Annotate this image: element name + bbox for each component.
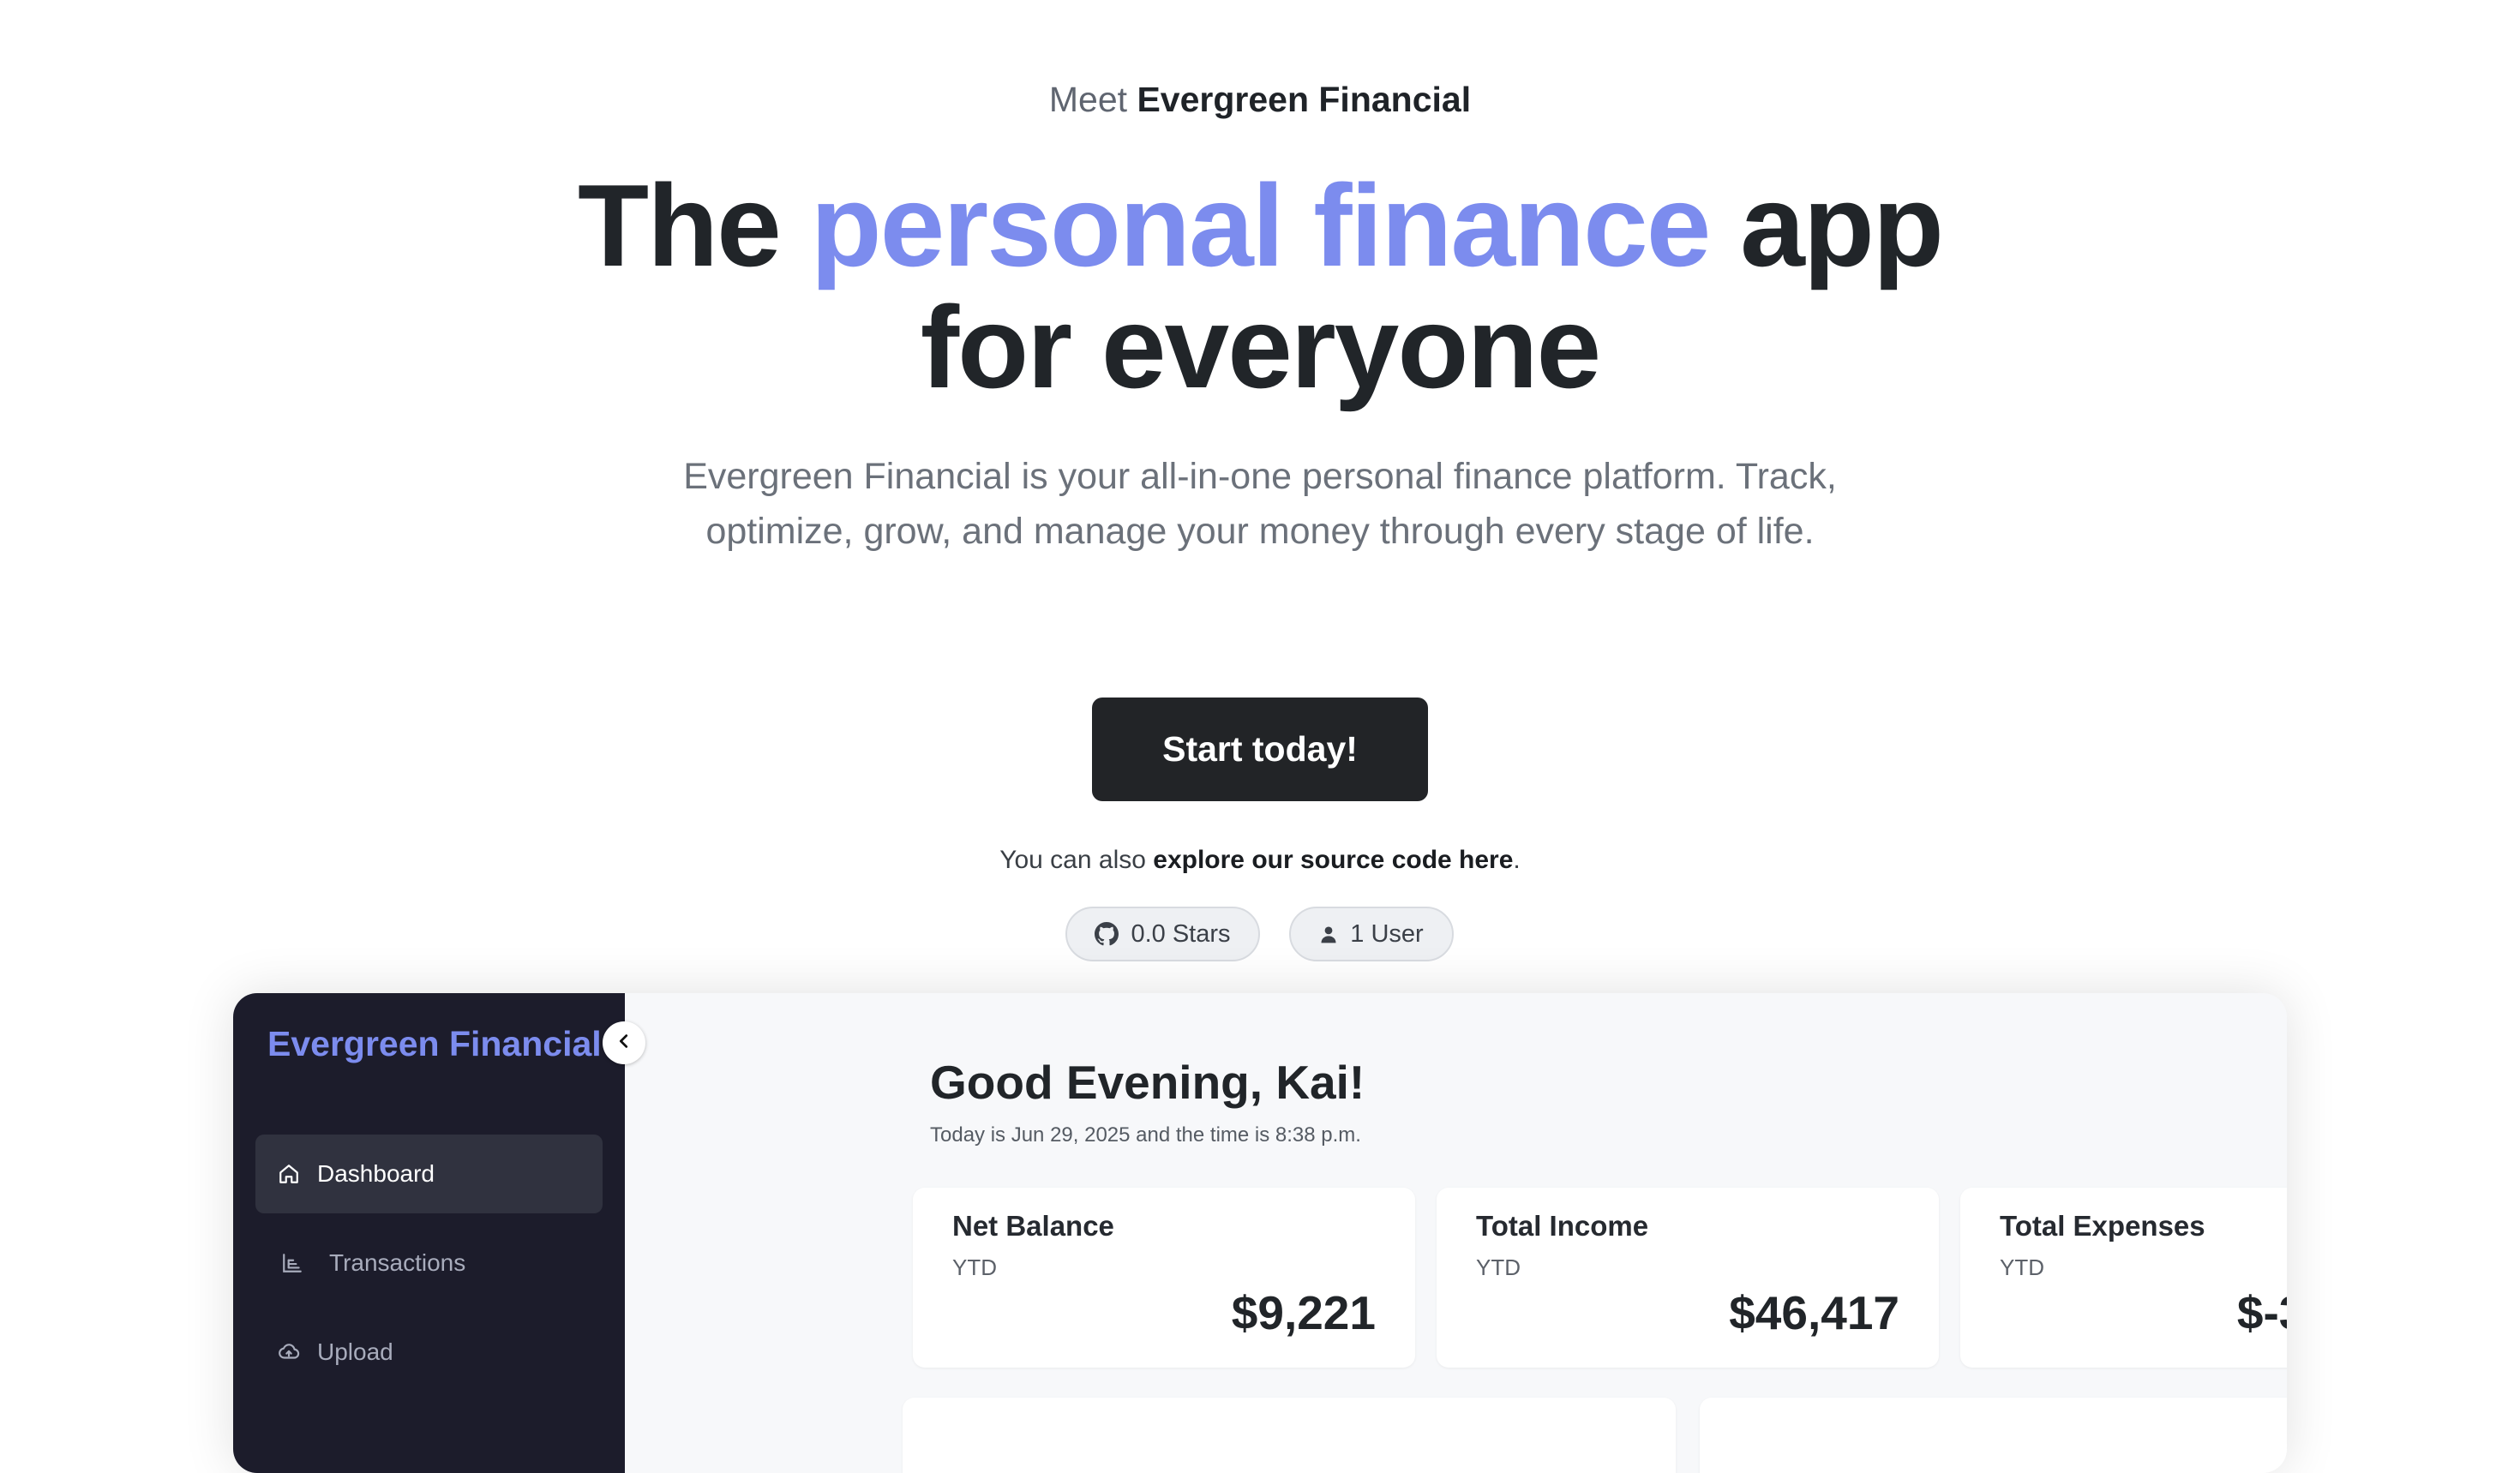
card-amount: $46,417: [1729, 1286, 1899, 1339]
card-title: Total Income: [1476, 1210, 1649, 1242]
sidebar-item-dashboard[interactable]: Dashboard: [255, 1135, 603, 1213]
date-time-line: Today is Jun 29, 2025 and the time is 8:…: [930, 1123, 1361, 1147]
headline-line2: for everyone: [920, 282, 1601, 412]
source-prefix: You can also: [999, 846, 1146, 874]
github-icon: [1095, 922, 1119, 946]
sidebar: Evergreen Financial Dashboard Transactio…: [233, 993, 625, 1473]
hero-eyebrow: Meet Evergreen Financial: [0, 74, 2520, 125]
sidebar-item-transactions[interactable]: Transactions: [255, 1224, 603, 1302]
total-expenses-card: Total Expenses YTD $-37,196: [1960, 1188, 2287, 1368]
app-preview: Evergreen Financial Dashboard Transactio…: [233, 993, 2287, 1473]
sidebar-item-label: Transactions: [329, 1249, 466, 1276]
eyebrow-brand: Evergreen Financial: [1137, 80, 1472, 119]
card-period: YTD: [952, 1254, 997, 1280]
card-title: Net Balance: [952, 1210, 1114, 1242]
source-code-line: You can also explore our source code her…: [0, 841, 2520, 879]
user-icon: [1319, 925, 1338, 943]
card-period: YTD: [2000, 1254, 2044, 1280]
source-suffix: .: [1513, 846, 1521, 874]
lower-left-card: [903, 1398, 1676, 1473]
sidebar-collapse-button[interactable]: [603, 1021, 645, 1064]
card-period: YTD: [1476, 1254, 1521, 1280]
sidebar-item-upload[interactable]: Upload: [255, 1313, 603, 1392]
greeting-title: Good Evening, Kai!: [930, 1056, 1365, 1109]
net-balance-card: Net Balance YTD $9,221: [913, 1188, 1415, 1368]
chevron-left-icon: [615, 1032, 633, 1055]
card-amount: $-37,196: [2236, 1286, 2287, 1339]
card-title: Total Expenses: [2000, 1210, 2205, 1242]
bar-chart-icon: [281, 1252, 303, 1274]
users-count: 1 User: [1350, 919, 1424, 948]
headline-part2: app: [1740, 160, 1944, 290]
lower-right-card: [1700, 1398, 2287, 1473]
headline-part1: The: [578, 160, 782, 290]
sidebar-item-label: Dashboard: [317, 1160, 435, 1187]
headline-accent: personal finance: [810, 160, 1712, 290]
start-today-button[interactable]: Start today!: [1092, 698, 1428, 801]
dashboard-main: Good Evening, Kai! Today is Jun 29, 2025…: [625, 993, 2287, 1473]
eyebrow-prefix: Meet: [1048, 80, 1128, 119]
sidebar-item-label: Upload: [317, 1338, 393, 1365]
users-badge: 1 User: [1289, 907, 1454, 961]
hero-subtext: Evergreen Financial is your all-in-one p…: [683, 456, 1837, 552]
github-stars-badge[interactable]: 0.0 Stars: [1065, 907, 1260, 961]
source-code-link[interactable]: explore our source code here: [1153, 846, 1513, 874]
hero-headline: The personal finance app for everyone: [0, 165, 2520, 408]
home-icon: [278, 1163, 300, 1185]
total-income-card: Total Income YTD $46,417: [1437, 1188, 1939, 1368]
cloud-upload-icon: [278, 1341, 300, 1363]
sidebar-brand[interactable]: Evergreen Financial: [267, 1024, 602, 1064]
card-amount: $9,221: [1231, 1286, 1376, 1339]
stars-count: 0.0 Stars: [1131, 919, 1231, 948]
